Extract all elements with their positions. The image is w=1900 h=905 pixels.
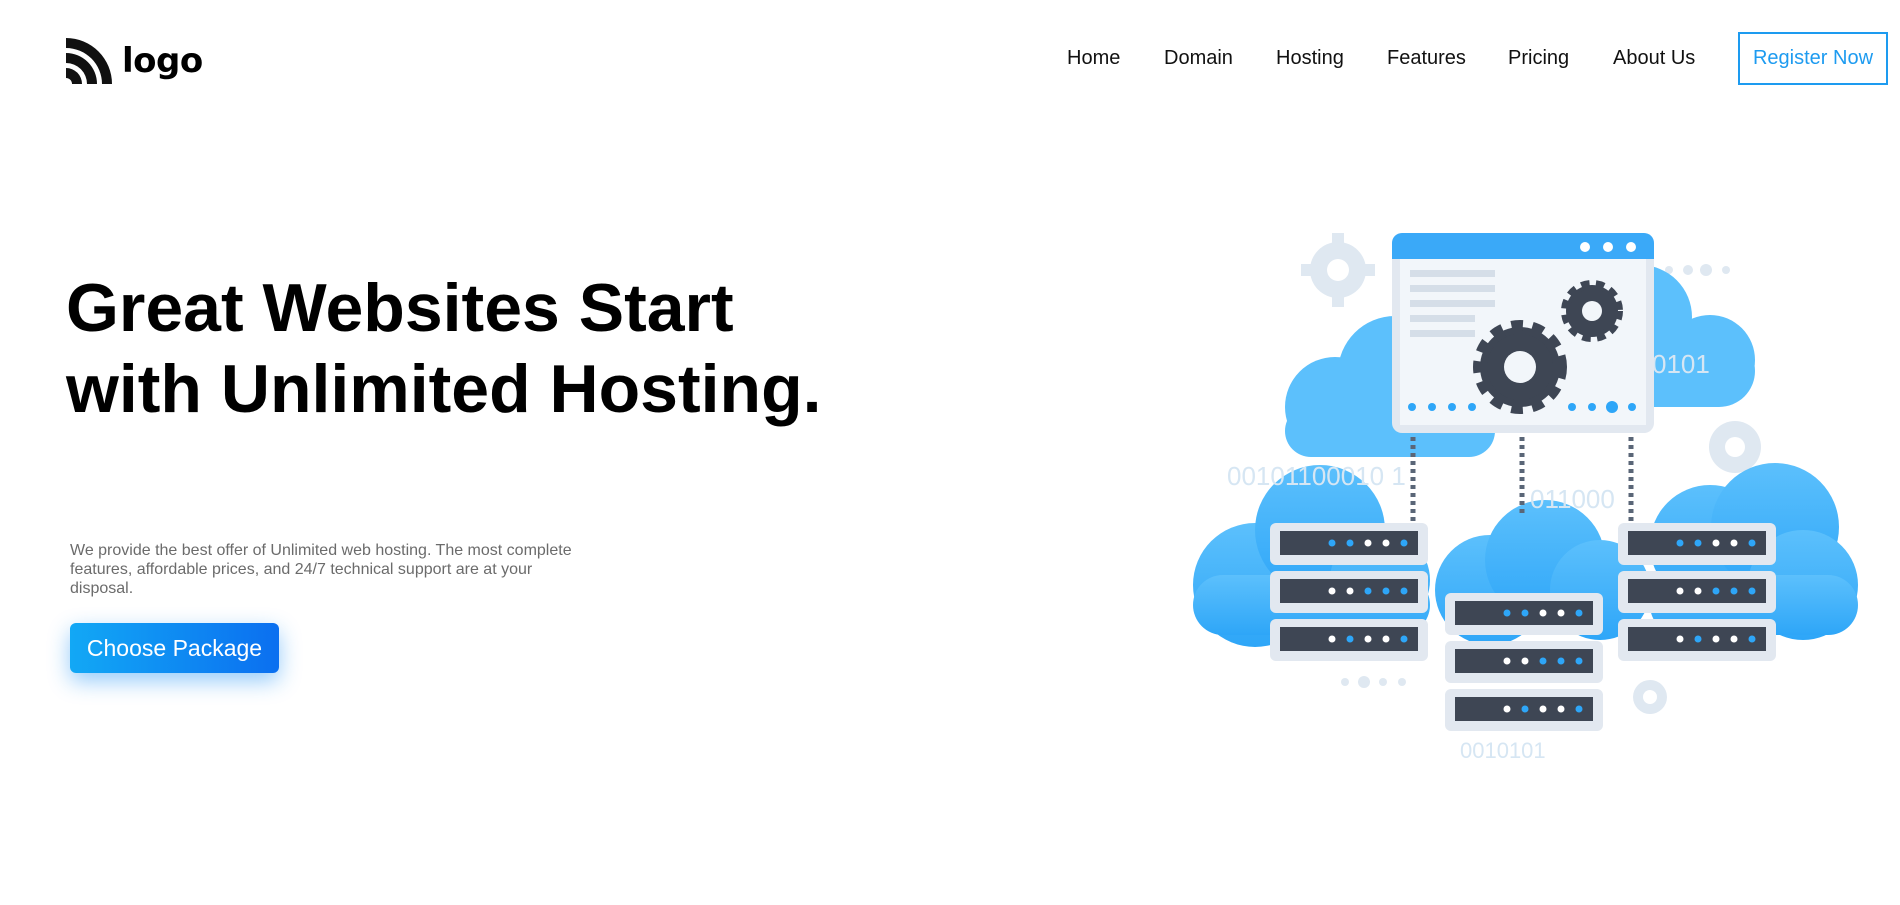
gear-icon <box>1473 320 1567 414</box>
server-rack-left <box>1270 523 1428 661</box>
register-now-button[interactable]: Register Now <box>1738 32 1888 85</box>
server-rack-right <box>1618 523 1776 661</box>
hero-title: Great Websites Start with Unlimited Host… <box>66 270 822 427</box>
gear-icon <box>1709 421 1761 473</box>
binary-text: 0101 <box>1652 349 1710 379</box>
binary-text: 0010101 <box>1460 738 1546 763</box>
logo-text: logo <box>122 41 203 81</box>
gear-icon <box>1633 680 1667 714</box>
hosting-illustration: 0101 00101100010 1 011000 0010101 <box>1193 233 1858 763</box>
server-rack-center <box>1445 593 1603 731</box>
gear-icon <box>1561 280 1623 342</box>
nav-features[interactable]: Features <box>1387 47 1466 70</box>
nav-hosting[interactable]: Hosting <box>1276 47 1344 70</box>
hero-description: We provide the best offer of Unlimited w… <box>70 542 572 597</box>
logo-icon <box>66 38 112 84</box>
nav-home[interactable]: Home <box>1067 47 1120 70</box>
gear-icon <box>1301 233 1375 307</box>
browser-window <box>1392 233 1654 433</box>
nav-domain[interactable]: Domain <box>1164 47 1233 70</box>
choose-package-button[interactable]: Choose Package <box>70 623 279 673</box>
site-header: logo Home Domain Hosting Features Pricin… <box>0 0 1900 118</box>
binary-text: 00101100010 1 <box>1227 461 1406 491</box>
nav-about-us[interactable]: About Us <box>1613 47 1695 70</box>
binary-text: 011000 <box>1530 484 1615 514</box>
nav-pricing[interactable]: Pricing <box>1508 47 1569 70</box>
brand-logo[interactable]: logo <box>66 38 203 84</box>
